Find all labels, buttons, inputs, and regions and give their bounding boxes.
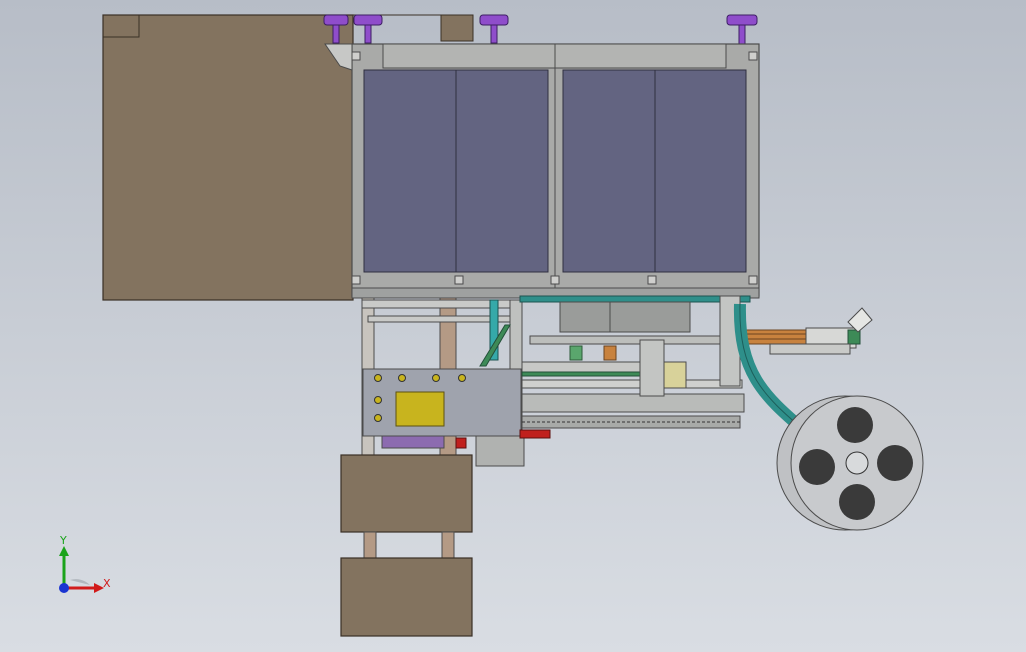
machine-assembly-view[interactable]: Y X [0, 0, 1026, 652]
cad-graphics-viewport[interactable]: Y X [0, 0, 1026, 652]
indicator-lamp [432, 374, 440, 382]
reel-hub [845, 451, 869, 475]
lower-cabinet-lower[interactable] [340, 557, 473, 637]
indicator-lamp [458, 374, 466, 382]
reel-hole-bottom [839, 484, 875, 520]
reel-hole-right [877, 445, 913, 481]
indicator-lamp [398, 374, 406, 382]
x-axis-label: X [103, 577, 111, 590]
reel-hole-top [837, 407, 873, 443]
indicator-lamp [374, 414, 382, 422]
hmi-screen [395, 391, 445, 427]
indicator-lamp [374, 396, 382, 404]
indicator-lamp [374, 374, 382, 382]
lower-cabinet-upper[interactable] [340, 454, 473, 533]
reel-hole-left [799, 449, 835, 485]
film-reel[interactable] [776, 395, 924, 531]
y-axis-label: Y [59, 534, 67, 547]
